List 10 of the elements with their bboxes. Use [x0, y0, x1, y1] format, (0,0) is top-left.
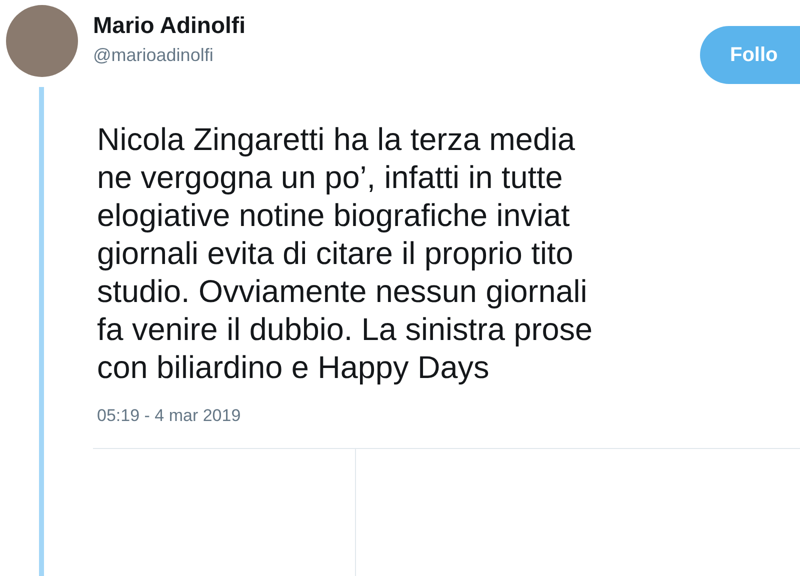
tweet-timestamp[interactable]: 05:19 - 4 mar 2019 [93, 406, 800, 426]
author-handle[interactable]: @marioadinolfi [93, 45, 246, 66]
tweet-text-line: ne vergogna un po’, infatti in tutte [97, 158, 564, 196]
tweet-text-line: con biliardino e Happy Days [97, 348, 490, 386]
tweet-text-line: giornali evita di citare il proprio tito [97, 234, 574, 272]
tweet-text-line: studio. Ovviamente nessun giornali [97, 272, 588, 310]
tweet-text-line: Nicola Zingaretti ha la terza media [97, 120, 576, 158]
author-name[interactable]: Mario Adinolfi [93, 12, 246, 39]
tweet-text-line: fa venire il dubbio. La sinistra prose [97, 310, 594, 348]
tweet-text-line: elogiative notine biografiche inviat [97, 196, 571, 234]
